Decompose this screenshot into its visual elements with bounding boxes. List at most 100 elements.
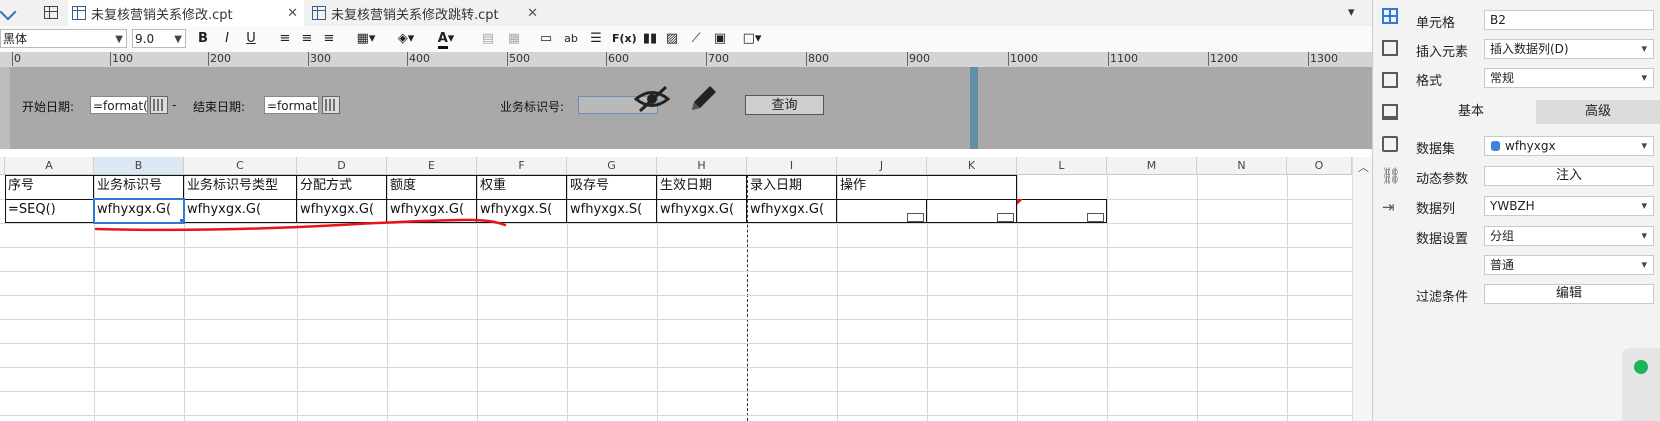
table-cell[interactable]: wfhyxgx.G( — [657, 199, 747, 223]
align-left-icon[interactable]: ≡ — [278, 30, 292, 48]
table-cell[interactable]: 业务标识号类型 — [184, 175, 297, 199]
end-date-input[interactable]: =format(t — [264, 96, 319, 114]
inject-button[interactable]: 注入 — [1484, 166, 1654, 186]
cell-widget-icon[interactable] — [997, 213, 1014, 222]
table-cell[interactable]: wfhyxgx.G( — [747, 199, 837, 223]
calendar-icon[interactable] — [322, 96, 340, 114]
column-header[interactable]: C — [184, 157, 297, 175]
table-cell[interactable]: 吸存号 — [567, 175, 657, 199]
table-cell[interactable]: 分配方式 — [297, 175, 387, 199]
column-header[interactable]: J — [837, 157, 927, 175]
cell-element-icon[interactable] — [1382, 72, 1398, 88]
tab-advanced[interactable]: 高级 — [1536, 100, 1660, 124]
eye-hidden-icon[interactable] — [634, 84, 670, 114]
dataset-select[interactable]: wfhyxgx ▾ — [1484, 136, 1654, 156]
cell-name-field[interactable]: B2 — [1484, 10, 1654, 30]
column-header[interactable]: F — [477, 157, 567, 175]
data-setting-value: 分组 — [1490, 229, 1515, 243]
column-header[interactable]: H — [657, 157, 747, 175]
tab-file-2[interactable]: 未复核营销关系修改跳转.cpt ✕ — [308, 0, 544, 26]
image-icon[interactable]: ▨ — [664, 30, 680, 48]
align-center-icon[interactable]: ≡ — [300, 30, 314, 48]
bold-button[interactable]: B — [196, 30, 210, 48]
cell-frame-icon[interactable]: □▾ — [738, 30, 766, 48]
fill-color-icon[interactable]: ◈▾ — [394, 30, 418, 48]
table-cell[interactable]: =SEQ() — [5, 199, 94, 223]
pencil-edit-icon[interactable] — [686, 82, 720, 116]
table-cell[interactable]: wfhyxgx.S( — [567, 199, 657, 223]
column-header[interactable]: B — [94, 157, 184, 175]
font-family-select[interactable]: 黑体 ▼ — [0, 29, 127, 48]
data-setting-mode-select[interactable]: 普通 ▾ — [1484, 255, 1654, 275]
ruler-tick: 800 — [806, 52, 829, 66]
chevron-down-icon[interactable] — [0, 3, 17, 21]
data-setting-select[interactable]: 分组 ▾ — [1484, 226, 1654, 246]
cell-attributes-icon[interactable] — [1382, 40, 1398, 56]
table-cell[interactable]: 额度 — [387, 175, 477, 199]
close-icon[interactable]: ✕ — [287, 6, 298, 21]
font-color-button[interactable]: A▾ — [434, 30, 458, 49]
param-width-marker[interactable] — [970, 67, 978, 149]
grid-line — [0, 343, 1352, 344]
table-cell[interactable]: 序号 — [5, 175, 94, 199]
wrap-text-icon[interactable]: ☰ — [588, 30, 604, 48]
format-select[interactable]: 常规 ▾ — [1484, 68, 1654, 88]
tab-menu-icon[interactable]: ▾ — [1348, 5, 1355, 20]
condition-attributes-icon[interactable] — [1382, 136, 1398, 152]
text-box-icon[interactable]: ▭ — [538, 30, 554, 48]
underline-button[interactable]: U — [244, 30, 258, 48]
start-date-input[interactable]: =format(t — [90, 96, 148, 114]
tab-label: 未复核营销关系修改.cpt — [91, 7, 233, 23]
italic-button[interactable]: I — [220, 30, 234, 48]
merge-cells-icon[interactable]: ▤ — [480, 30, 496, 48]
column-header[interactable]: A — [5, 157, 94, 175]
table-cell[interactable]: 权重 — [477, 175, 567, 199]
floating-widget[interactable] — [1622, 348, 1660, 421]
font-family-value: 黑体 — [3, 32, 28, 46]
border-icon[interactable]: ▦▾ — [354, 30, 378, 48]
grid-line — [0, 247, 1352, 248]
column-header[interactable]: E — [387, 157, 477, 175]
column-header[interactable]: G — [567, 157, 657, 175]
insert-element-select[interactable]: 插入数据列(D) ▾ — [1484, 39, 1654, 59]
column-header[interactable]: N — [1197, 157, 1287, 175]
business-id-label: 业务标识号: — [500, 100, 565, 114]
cell-widget-icon[interactable] — [1087, 213, 1104, 222]
cell-properties-icon[interactable] — [1382, 8, 1398, 24]
chevron-up-icon[interactable]: ︿ — [1358, 159, 1369, 175]
spreadsheet-grid[interactable]: A B C D E F G H I J K L M N O 序号 业务标识号 业… — [0, 157, 1352, 421]
database-icon — [1491, 141, 1500, 151]
column-header[interactable]: M — [1107, 157, 1197, 175]
formula-button[interactable]: F(x) — [612, 30, 637, 48]
sheet-template-icon[interactable] — [44, 6, 58, 19]
slash-icon[interactable]: ⟋ — [688, 30, 704, 48]
tab-file-1[interactable]: 未复核营销关系修改.cpt ✕ — [68, 0, 304, 26]
vertical-scrollbar[interactable]: ︿ — [1352, 157, 1373, 421]
column-header[interactable]: O — [1287, 157, 1352, 175]
cell-widget-icon[interactable] — [907, 213, 924, 222]
filter-edit-button[interactable]: 编辑 — [1484, 284, 1654, 304]
align-right-icon[interactable]: ≡ — [322, 30, 336, 48]
column-header[interactable]: D — [297, 157, 387, 175]
table-cell[interactable]: 操作 — [837, 175, 1017, 199]
data-column-select[interactable]: YWBZH ▾ — [1484, 196, 1654, 216]
calendar-icon[interactable] — [150, 96, 168, 114]
hyperlink-icon[interactable]: ⛓ — [1381, 166, 1401, 185]
table-cell[interactable]: 录入日期 — [747, 175, 837, 199]
export-icon[interactable]: ⇥ — [1382, 198, 1395, 216]
column-header[interactable]: I — [747, 157, 837, 175]
column-header[interactable]: K — [927, 157, 1017, 175]
tab-bar: 未复核营销关系修改.cpt ✕ 未复核营销关系修改跳转.cpt ✕ ▾ — [0, 0, 1372, 27]
close-icon[interactable]: ✕ — [527, 6, 538, 21]
query-button[interactable]: 查询 — [745, 95, 824, 115]
split-cells-icon[interactable]: ▦ — [506, 30, 522, 48]
table-cell[interactable]: 业务标识号 — [94, 175, 184, 199]
font-size-select[interactable]: 9.0 ▼ — [132, 29, 186, 48]
tab-basic[interactable]: 基本 — [1406, 100, 1536, 124]
column-header[interactable]: L — [1017, 157, 1107, 175]
widget-settings-icon[interactable] — [1382, 104, 1398, 120]
table-cell[interactable]: 生效日期 — [657, 175, 747, 199]
subreport-icon[interactable]: ▣ — [712, 30, 728, 48]
chart-icon[interactable]: ▮▮ — [642, 30, 658, 48]
text-ab-button[interactable]: ab — [562, 30, 580, 48]
